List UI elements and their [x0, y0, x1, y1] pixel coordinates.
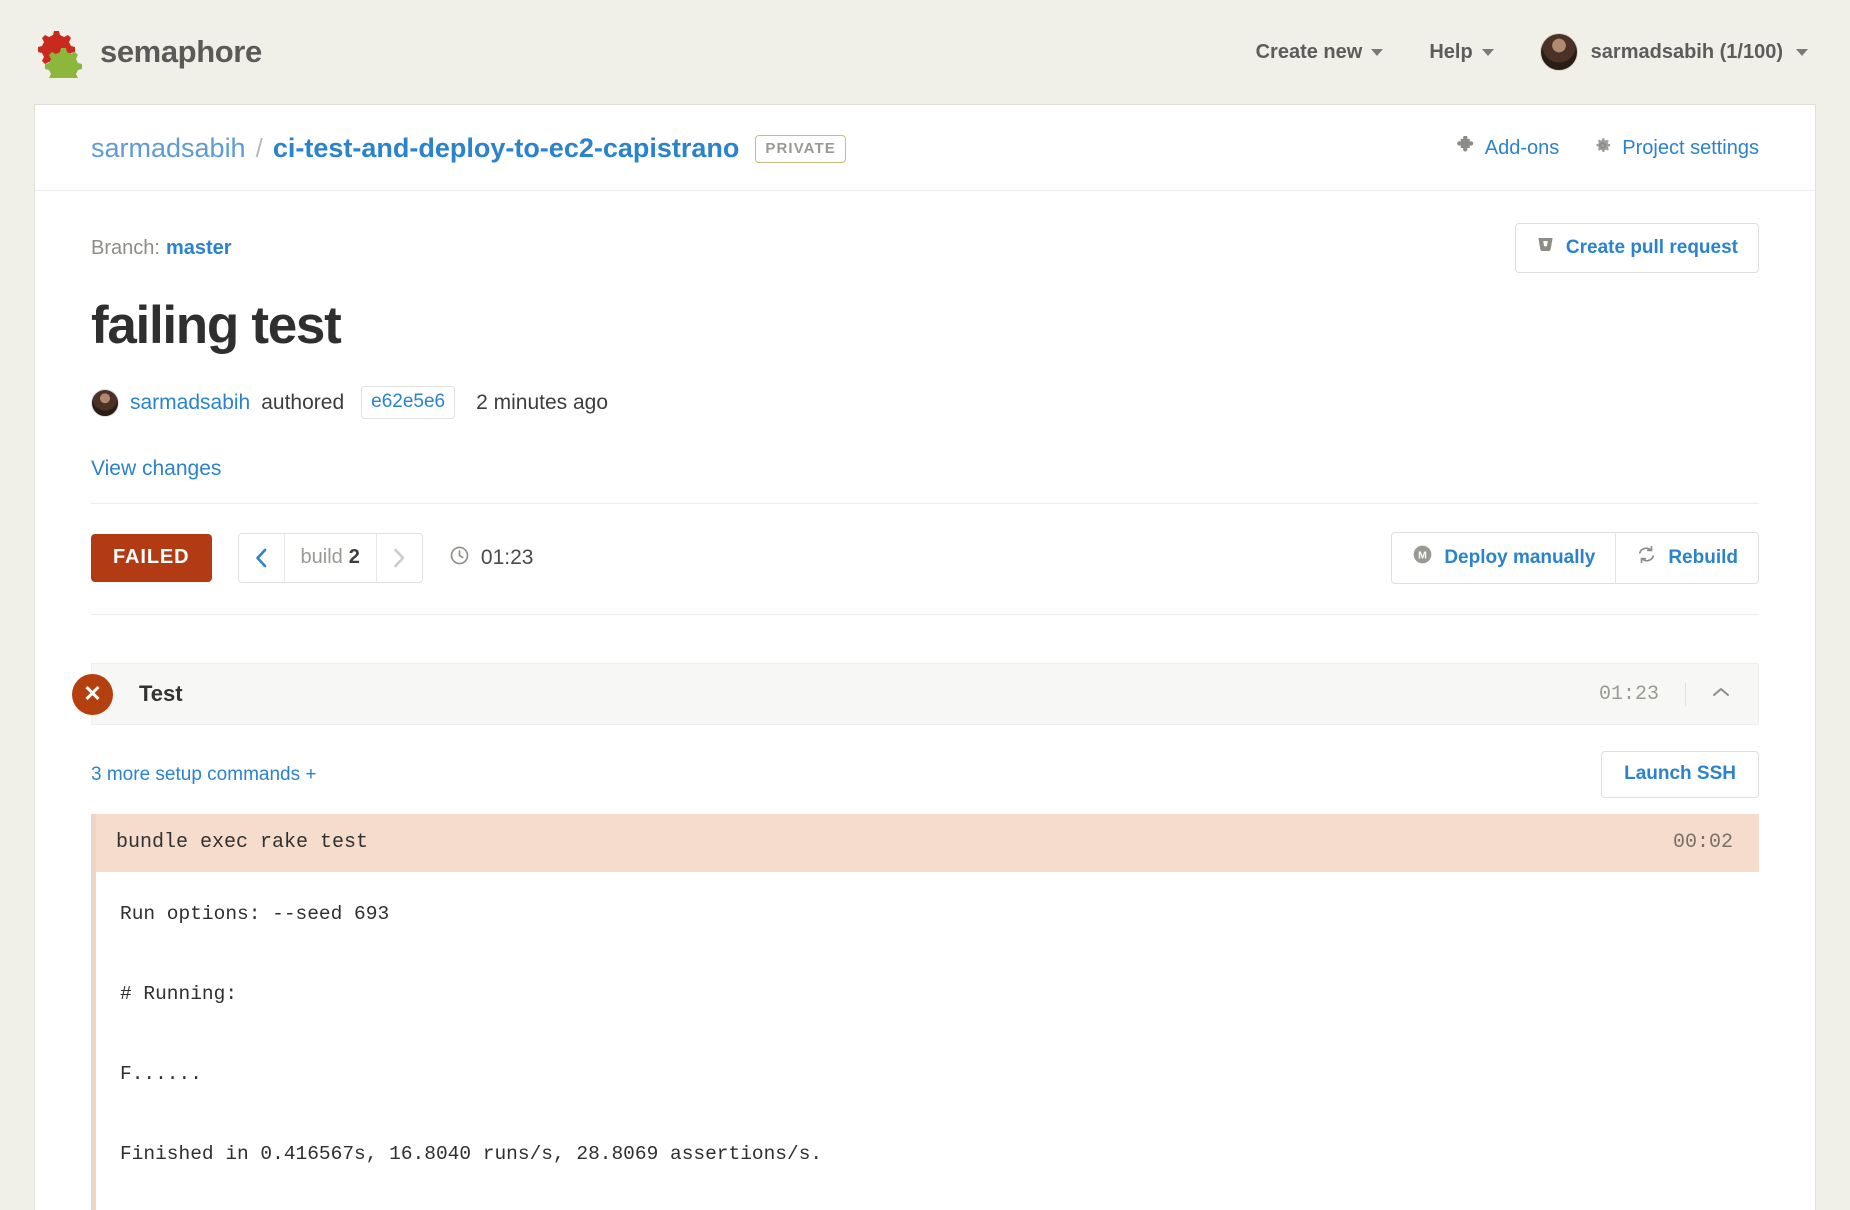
- svg-text:M: M: [1418, 550, 1427, 562]
- console-output-panel: bundle exec rake test 00:02 Run options:…: [91, 814, 1759, 1210]
- test-section: ✕ Test 01:23 3 more setup commands + Lau…: [72, 663, 1759, 1210]
- commit-author-name[interactable]: sarmadsabih: [130, 391, 250, 415]
- console-line: Run options: --seed 693: [120, 903, 390, 925]
- project-settings-label: Project settings: [1622, 137, 1759, 159]
- breadcrumb-separator: /: [255, 133, 263, 163]
- deploy-m-icon: M: [1412, 544, 1433, 571]
- private-badge: PRIVATE: [755, 134, 846, 163]
- failure-x-icon: ✕: [72, 673, 113, 715]
- help-label: Help: [1429, 40, 1473, 63]
- avatar: [91, 388, 119, 417]
- brand-logo[interactable]: semaphore: [34, 26, 262, 85]
- user-menu[interactable]: sarmadsabih (1/100): [1539, 33, 1808, 71]
- top-navigation-bar: semaphore Create new Help sarmadsabih (1…: [0, 0, 1850, 104]
- build-number-display: build 2: [285, 534, 376, 582]
- chevron-up-icon[interactable]: [1686, 685, 1736, 703]
- next-build-button[interactable]: [375, 534, 422, 582]
- build-label: build: [300, 546, 343, 568]
- chevron-down-icon: [1796, 48, 1808, 56]
- test-section-header[interactable]: ✕ Test 01:23: [72, 663, 1759, 725]
- create-pull-request-button[interactable]: Create pull request: [1514, 223, 1759, 273]
- authored-label: authored: [261, 390, 345, 414]
- build-duration: 01:23: [449, 545, 534, 572]
- chevron-down-icon: [1371, 48, 1384, 56]
- setup-commands-row: 3 more setup commands + Launch SSH: [91, 751, 1759, 798]
- deploy-manually-label: Deploy manually: [1444, 546, 1596, 568]
- breadcrumb-owner[interactable]: sarmadsabih: [91, 133, 246, 164]
- gear-icon: [1593, 136, 1612, 161]
- branch-name[interactable]: master: [166, 237, 232, 260]
- test-section-duration: 01:23: [1599, 682, 1686, 706]
- deploy-manually-button[interactable]: M Deploy manually: [1392, 533, 1615, 583]
- repository-header: sarmadsabih / ci-test-and-deploy-to-ec2-…: [35, 105, 1815, 191]
- semaphore-logo-icon: [34, 26, 86, 85]
- page-title: failing test: [91, 296, 342, 355]
- avatar: [1539, 33, 1578, 71]
- build-status-row: FAILED build 2 01:23 M Deploy manually R…: [91, 503, 1759, 615]
- more-setup-commands-link[interactable]: 3 more setup commands +: [91, 764, 316, 786]
- rebuild-label: Rebuild: [1668, 546, 1738, 568]
- test-section-title: Test: [139, 681, 183, 706]
- branch-label: Branch:: [91, 236, 160, 259]
- top-navigation-actions: Create new Help sarmadsabih (1/100): [1256, 33, 1808, 71]
- launch-ssh-button[interactable]: Launch SSH: [1601, 751, 1759, 798]
- puzzle-piece-icon: [1456, 135, 1475, 161]
- console-output-text: Run options: --seed 693 # Running: F....…: [96, 872, 1759, 1210]
- brand-name: semaphore: [100, 34, 262, 69]
- command-text: bundle exec rake test: [116, 831, 369, 854]
- command-duration: 00:02: [1672, 831, 1733, 854]
- console-line: # Running:: [120, 983, 238, 1005]
- build-number: 2: [348, 546, 360, 568]
- create-new-label: Create new: [1255, 40, 1363, 63]
- create-new-menu[interactable]: Create new: [1256, 41, 1384, 64]
- console-line: Finished in 0.416567s, 16.8040 runs/s, 2…: [120, 1143, 823, 1165]
- build-duration-value: 01:23: [480, 546, 534, 569]
- console-line: F......: [120, 1063, 202, 1085]
- create-pull-request-label: Create pull request: [1565, 236, 1738, 258]
- view-changes-link[interactable]: View changes: [91, 457, 221, 481]
- bucket-icon: [1536, 235, 1555, 260]
- chevron-down-icon: [1481, 48, 1494, 56]
- user-menu-label: sarmadsabih (1/100): [1590, 40, 1783, 63]
- breadcrumb-repo[interactable]: ci-test-and-deploy-to-ec2-capistrano: [273, 133, 740, 164]
- build-detail: Branch: master Create pull request faili…: [35, 191, 1815, 1210]
- previous-build-button[interactable]: [239, 534, 285, 582]
- commit-author-row: sarmadsabih authored e62e5e6 2 minutes a…: [91, 386, 1759, 419]
- project-settings-link[interactable]: Project settings: [1593, 136, 1759, 161]
- refresh-icon: [1636, 544, 1657, 571]
- rebuild-button[interactable]: Rebuild: [1615, 533, 1758, 583]
- addons-label: Add-ons: [1484, 137, 1560, 159]
- repository-header-actions: Add-ons Project settings: [1456, 135, 1759, 161]
- build-navigation: build 2: [237, 533, 423, 583]
- status-badge: FAILED: [91, 534, 212, 582]
- clock-icon: [449, 545, 470, 572]
- main-content-card: sarmadsabih / ci-test-and-deploy-to-ec2-…: [34, 104, 1816, 1210]
- test-section-meta: 01:23: [1599, 682, 1736, 706]
- command-bar[interactable]: bundle exec rake test 00:02: [96, 814, 1759, 872]
- commit-hash-badge[interactable]: e62e5e6: [361, 386, 456, 419]
- branch-row: Branch: master Create pull request: [91, 223, 1759, 273]
- help-menu[interactable]: Help: [1429, 40, 1494, 64]
- commit-timestamp: 2 minutes ago: [476, 390, 609, 414]
- build-action-buttons: M Deploy manually Rebuild: [1391, 532, 1759, 584]
- addons-link[interactable]: Add-ons: [1456, 135, 1560, 161]
